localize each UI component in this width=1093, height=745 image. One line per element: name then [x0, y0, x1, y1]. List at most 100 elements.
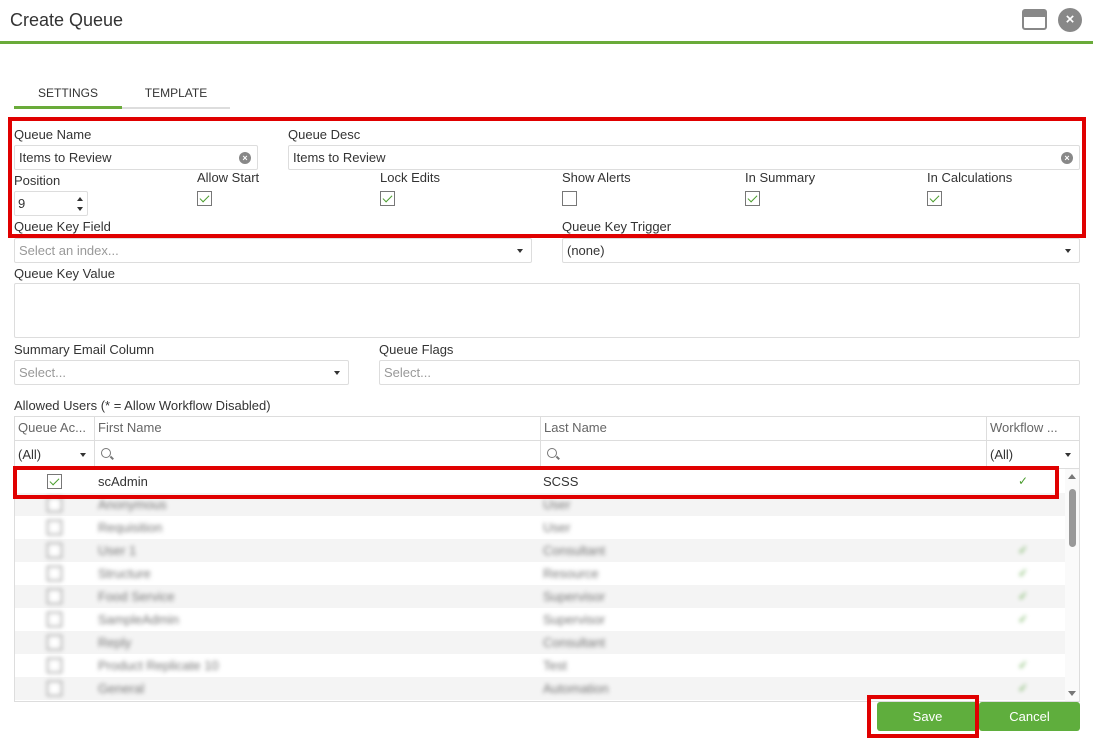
first-name-cell: SampleAdmin [98, 612, 179, 627]
queue-access-checkbox[interactable] [47, 520, 62, 535]
workflow-empty-cell [1018, 493, 1032, 516]
clear-icon[interactable]: × [239, 152, 251, 164]
scroll-thumb[interactable] [1069, 489, 1076, 547]
queue-access-checkbox[interactable] [47, 635, 62, 650]
queue-access-checkbox[interactable] [47, 566, 62, 581]
allow-start-checkbox[interactable] [197, 191, 212, 206]
queue-access-checkbox[interactable] [47, 589, 62, 604]
show-alerts-label: Show Alerts [562, 170, 631, 185]
queue-access-checkbox[interactable] [47, 474, 62, 489]
in-summary-label: In Summary [745, 170, 816, 185]
queue-access-checkbox[interactable] [47, 612, 62, 627]
table-row[interactable]: Anonymous User [15, 493, 1065, 516]
in-calculations-checkbox[interactable] [927, 191, 942, 206]
queue-access-checkbox[interactable] [47, 497, 62, 512]
tab-template[interactable]: TEMPLATE [122, 84, 230, 109]
in-calculations-label: In Calculations [927, 170, 1013, 185]
scroll-up-icon[interactable] [1068, 474, 1076, 479]
first-name-filter[interactable] [95, 441, 541, 468]
tab-bar: SETTINGS TEMPLATE [14, 84, 230, 109]
check-icon: ✓ [1018, 589, 1029, 603]
table-row[interactable]: Food Service Supervisor ✓ [15, 585, 1065, 608]
queue-access-filter[interactable]: (All) [15, 441, 95, 468]
table-row[interactable]: User 1 Consultant ✓ [15, 539, 1065, 562]
last-name-cell: Automation [543, 681, 609, 696]
last-name-cell: Supervisor [543, 589, 606, 604]
column-header-workflow[interactable]: Workflow ... [987, 417, 1079, 440]
queue-access-checkbox[interactable] [47, 543, 62, 558]
close-icon[interactable]: × [1058, 8, 1082, 32]
table-row[interactable]: Structure Resource ✓ [15, 562, 1065, 585]
grid-scrollbar[interactable] [1065, 469, 1079, 701]
workflow-empty-cell [1018, 631, 1032, 654]
in-summary-checkbox[interactable] [745, 191, 760, 206]
queue-name-value: Items to Review [19, 150, 112, 165]
first-name-cell: scAdmin [98, 474, 148, 489]
check-icon: ✓ [1018, 658, 1029, 672]
highlight-box-settings [8, 117, 1086, 238]
search-icon [547, 448, 557, 458]
workflow-filter-value: (All) [990, 447, 1014, 462]
queue-access-filter-value: (All) [18, 447, 42, 462]
title-bar: Create Queue × [0, 0, 1093, 44]
lock-edits-checkbox[interactable] [380, 191, 395, 206]
column-header-first-name[interactable]: First Name [95, 417, 541, 440]
last-name-cell: User [543, 497, 571, 512]
first-name-cell: Food Service [98, 589, 175, 604]
chevron-down-icon[interactable] [1065, 453, 1071, 457]
position-stepper[interactable]: 9 [14, 191, 88, 216]
search-icon [101, 448, 111, 458]
chevron-down-icon[interactable] [1065, 249, 1071, 253]
allowed-users-grid: Queue Ac... First Name Last Name Workflo… [14, 416, 1080, 702]
column-header-last-name[interactable]: Last Name [541, 417, 987, 440]
queue-flags-label: Queue Flags [379, 342, 454, 357]
cancel-button[interactable]: Cancel [979, 702, 1080, 731]
table-row[interactable]: Requisition User [15, 516, 1065, 539]
maximize-icon[interactable] [1022, 9, 1047, 30]
queue-access-checkbox[interactable] [47, 658, 62, 673]
chevron-down-icon[interactable] [334, 371, 340, 375]
queue-key-field-label: Queue Key Field [14, 219, 111, 234]
last-name-filter[interactable] [541, 441, 987, 468]
grid-filter-row: (All) (All) [15, 441, 1079, 469]
table-row[interactable]: Product Replicate 10 Test ✓ [15, 654, 1065, 677]
summary-email-column-select[interactable]: Select... [14, 360, 349, 385]
queue-flags-select[interactable]: Select... [379, 360, 1080, 385]
queue-key-trigger-label: Queue Key Trigger [562, 219, 672, 234]
tab-settings[interactable]: SETTINGS [14, 84, 122, 109]
allowed-users-label: Allowed Users (* = Allow Workflow Disabl… [14, 398, 271, 413]
clear-icon[interactable]: × [1061, 152, 1073, 164]
chevron-down-icon[interactable] [80, 453, 86, 457]
position-value: 9 [18, 196, 26, 211]
last-name-cell: Supervisor [543, 612, 606, 627]
table-row[interactable]: General Automation ✓ [15, 677, 1065, 700]
stepper-down-icon[interactable] [77, 207, 83, 211]
queue-name-input[interactable]: Items to Review × [14, 145, 258, 170]
show-alerts-checkbox[interactable] [562, 191, 577, 206]
queue-key-value-textarea[interactable] [14, 283, 1080, 338]
queue-key-trigger-select[interactable]: (none) [562, 238, 1080, 263]
queue-key-field-select[interactable]: Select an index... [14, 238, 532, 263]
last-name-cell: User [543, 520, 571, 535]
table-row[interactable]: scAdmin SCSS ✓ [15, 470, 1065, 493]
allow-start-label: Allow Start [197, 170, 260, 185]
column-header-queue-access[interactable]: Queue Ac... [15, 417, 95, 440]
workflow-filter[interactable]: (All) [987, 441, 1079, 468]
lock-edits-label: Lock Edits [380, 170, 440, 185]
chevron-down-icon[interactable] [517, 249, 523, 253]
first-name-cell: Reply [98, 635, 132, 650]
first-name-cell: Product Replicate 10 [98, 658, 219, 673]
queue-desc-value: Items to Review [293, 150, 386, 165]
scroll-down-icon[interactable] [1068, 691, 1076, 696]
queue-desc-input[interactable]: Items to Review × [288, 145, 1080, 170]
last-name-cell: SCSS [543, 474, 579, 489]
first-name-cell: Anonymous [98, 497, 167, 512]
table-row[interactable]: Reply Consultant [15, 631, 1065, 654]
queue-access-checkbox[interactable] [47, 681, 62, 696]
save-button[interactable]: Save [877, 702, 978, 731]
table-row[interactable]: SampleAdmin Supervisor ✓ [15, 608, 1065, 631]
check-icon: ✓ [1018, 681, 1029, 695]
stepper-up-icon[interactable] [77, 197, 83, 201]
last-name-cell: Test [543, 658, 567, 673]
check-icon: ✓ [1018, 474, 1029, 488]
